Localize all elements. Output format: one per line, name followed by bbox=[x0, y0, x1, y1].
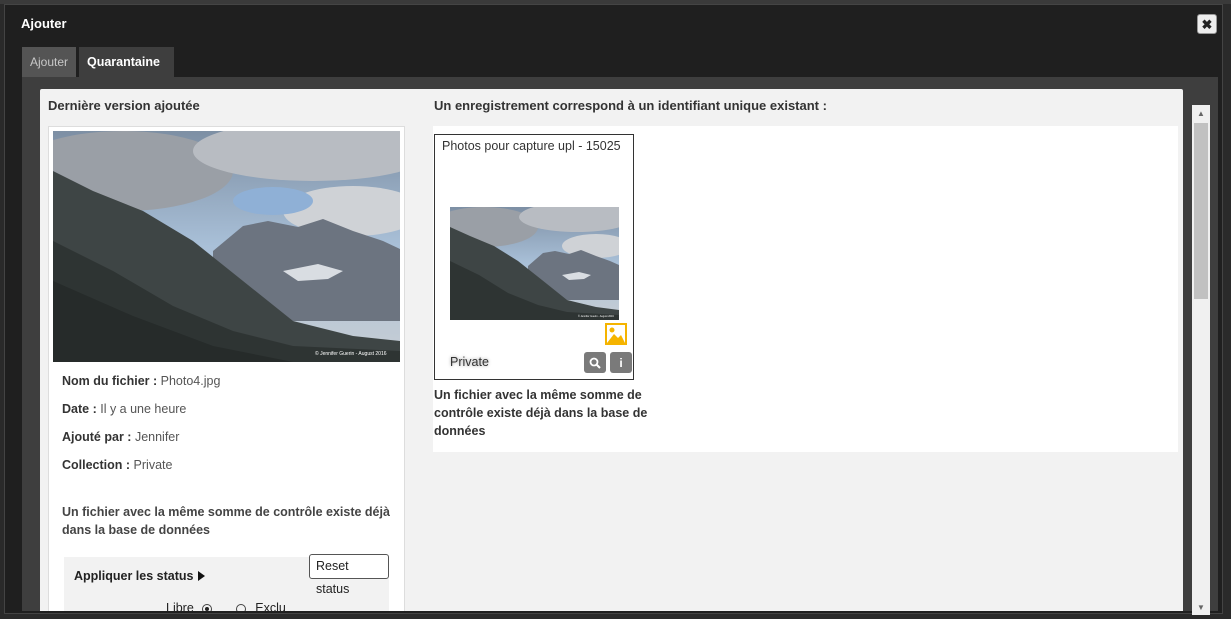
record-thumbnail-image[interactable]: © Jennifer Guerin - August 2016 bbox=[450, 207, 619, 320]
field-added-by-value: Jennifer bbox=[134, 430, 180, 444]
apply-status-toggle[interactable]: Appliquer les status bbox=[74, 569, 206, 583]
record-info-button[interactable]: i bbox=[610, 352, 632, 373]
close-x-icon: ✖ bbox=[1201, 16, 1213, 32]
field-filename-value: Photo4.jpg bbox=[160, 374, 221, 388]
scroll-down-arrow-icon[interactable]: ▼ bbox=[1192, 599, 1210, 615]
tab-ajouter[interactable]: Ajouter bbox=[22, 47, 76, 77]
scroll-up-arrow-icon[interactable]: ▲ bbox=[1192, 105, 1210, 121]
duplicate-checksum-message: Un fichier avec la même somme de contrôl… bbox=[62, 505, 390, 537]
field-added-by: Ajouté par : Jennifer bbox=[62, 430, 179, 444]
status-radio-group: Libre Exclu bbox=[166, 601, 286, 611]
close-button[interactable]: ✖ bbox=[1197, 14, 1217, 34]
matching-records-panel: Photos pour capture upl - 15025 © Jennif… bbox=[433, 126, 1178, 452]
quarantine-content: Dernière version ajoutée © Jennifer Guer… bbox=[40, 89, 1183, 611]
record-title: Photos pour capture upl - 15025 bbox=[442, 139, 621, 153]
status-radio-exclu[interactable] bbox=[235, 604, 246, 611]
search-icon bbox=[589, 357, 601, 369]
quarantine-tab-panel: Dernière version ajoutée © Jennifer Guer… bbox=[22, 77, 1218, 611]
info-icon: i bbox=[619, 355, 623, 370]
field-collection-value: Private bbox=[133, 458, 173, 472]
field-filename-label: Nom du fichier : bbox=[62, 374, 158, 388]
field-filename: Nom du fichier : Photo4.jpg bbox=[62, 374, 220, 388]
record-search-button[interactable] bbox=[584, 352, 606, 373]
field-date-value: Il y a une heure bbox=[100, 402, 187, 416]
upload-dialog: Ajouter ✖ Ajouter Quarantaine Dernière v… bbox=[4, 4, 1223, 615]
field-collection: Collection : Private bbox=[62, 458, 172, 472]
reset-status-button[interactable]: Reset status bbox=[309, 554, 389, 596]
apply-status-box: Appliquer les status Reset status Libre … bbox=[64, 554, 389, 611]
field-date: Date : Il y a une heure bbox=[62, 402, 186, 416]
status-option-exclu-label: Exclu bbox=[255, 601, 286, 611]
photo-credit: © Jennifer Guerin - August 2016 bbox=[315, 350, 387, 357]
scrollbar-thumb[interactable] bbox=[1194, 123, 1208, 299]
field-added-by-label: Ajouté par : bbox=[62, 430, 132, 444]
status-option-libre-label: Libre bbox=[166, 601, 194, 611]
image-icon bbox=[605, 323, 627, 345]
field-collection-label: Collection : bbox=[62, 458, 131, 472]
latest-version-title: Dernière version ajoutée bbox=[48, 98, 200, 113]
tab-quarantaine[interactable]: Quarantaine bbox=[79, 47, 174, 77]
dialog-title: Ajouter bbox=[21, 16, 67, 31]
caret-right-icon bbox=[198, 571, 206, 581]
record-photo-credit: © Jennifer Guerin - August 2016 bbox=[578, 315, 614, 318]
record-duplicate-message: Un fichier avec la même somme de contrôl… bbox=[434, 388, 648, 438]
matching-record-title: Un enregistrement correspond à un identi… bbox=[434, 98, 827, 113]
record-thumbnail-card[interactable]: Photos pour capture upl - 15025 © Jennif… bbox=[434, 134, 634, 380]
status-radio-libre[interactable] bbox=[202, 604, 213, 611]
vertical-scrollbar[interactable]: ▲ ▼ bbox=[1192, 105, 1210, 615]
apply-status-label: Appliquer les status bbox=[74, 569, 194, 583]
latest-photo: © Jennifer Guerin - August 2016 bbox=[53, 131, 400, 362]
field-date-label: Date : bbox=[62, 402, 97, 416]
latest-version-card: © Jennifer Guerin - August 2016 Nom du f… bbox=[48, 126, 405, 611]
record-collection-label: Private bbox=[450, 355, 489, 369]
